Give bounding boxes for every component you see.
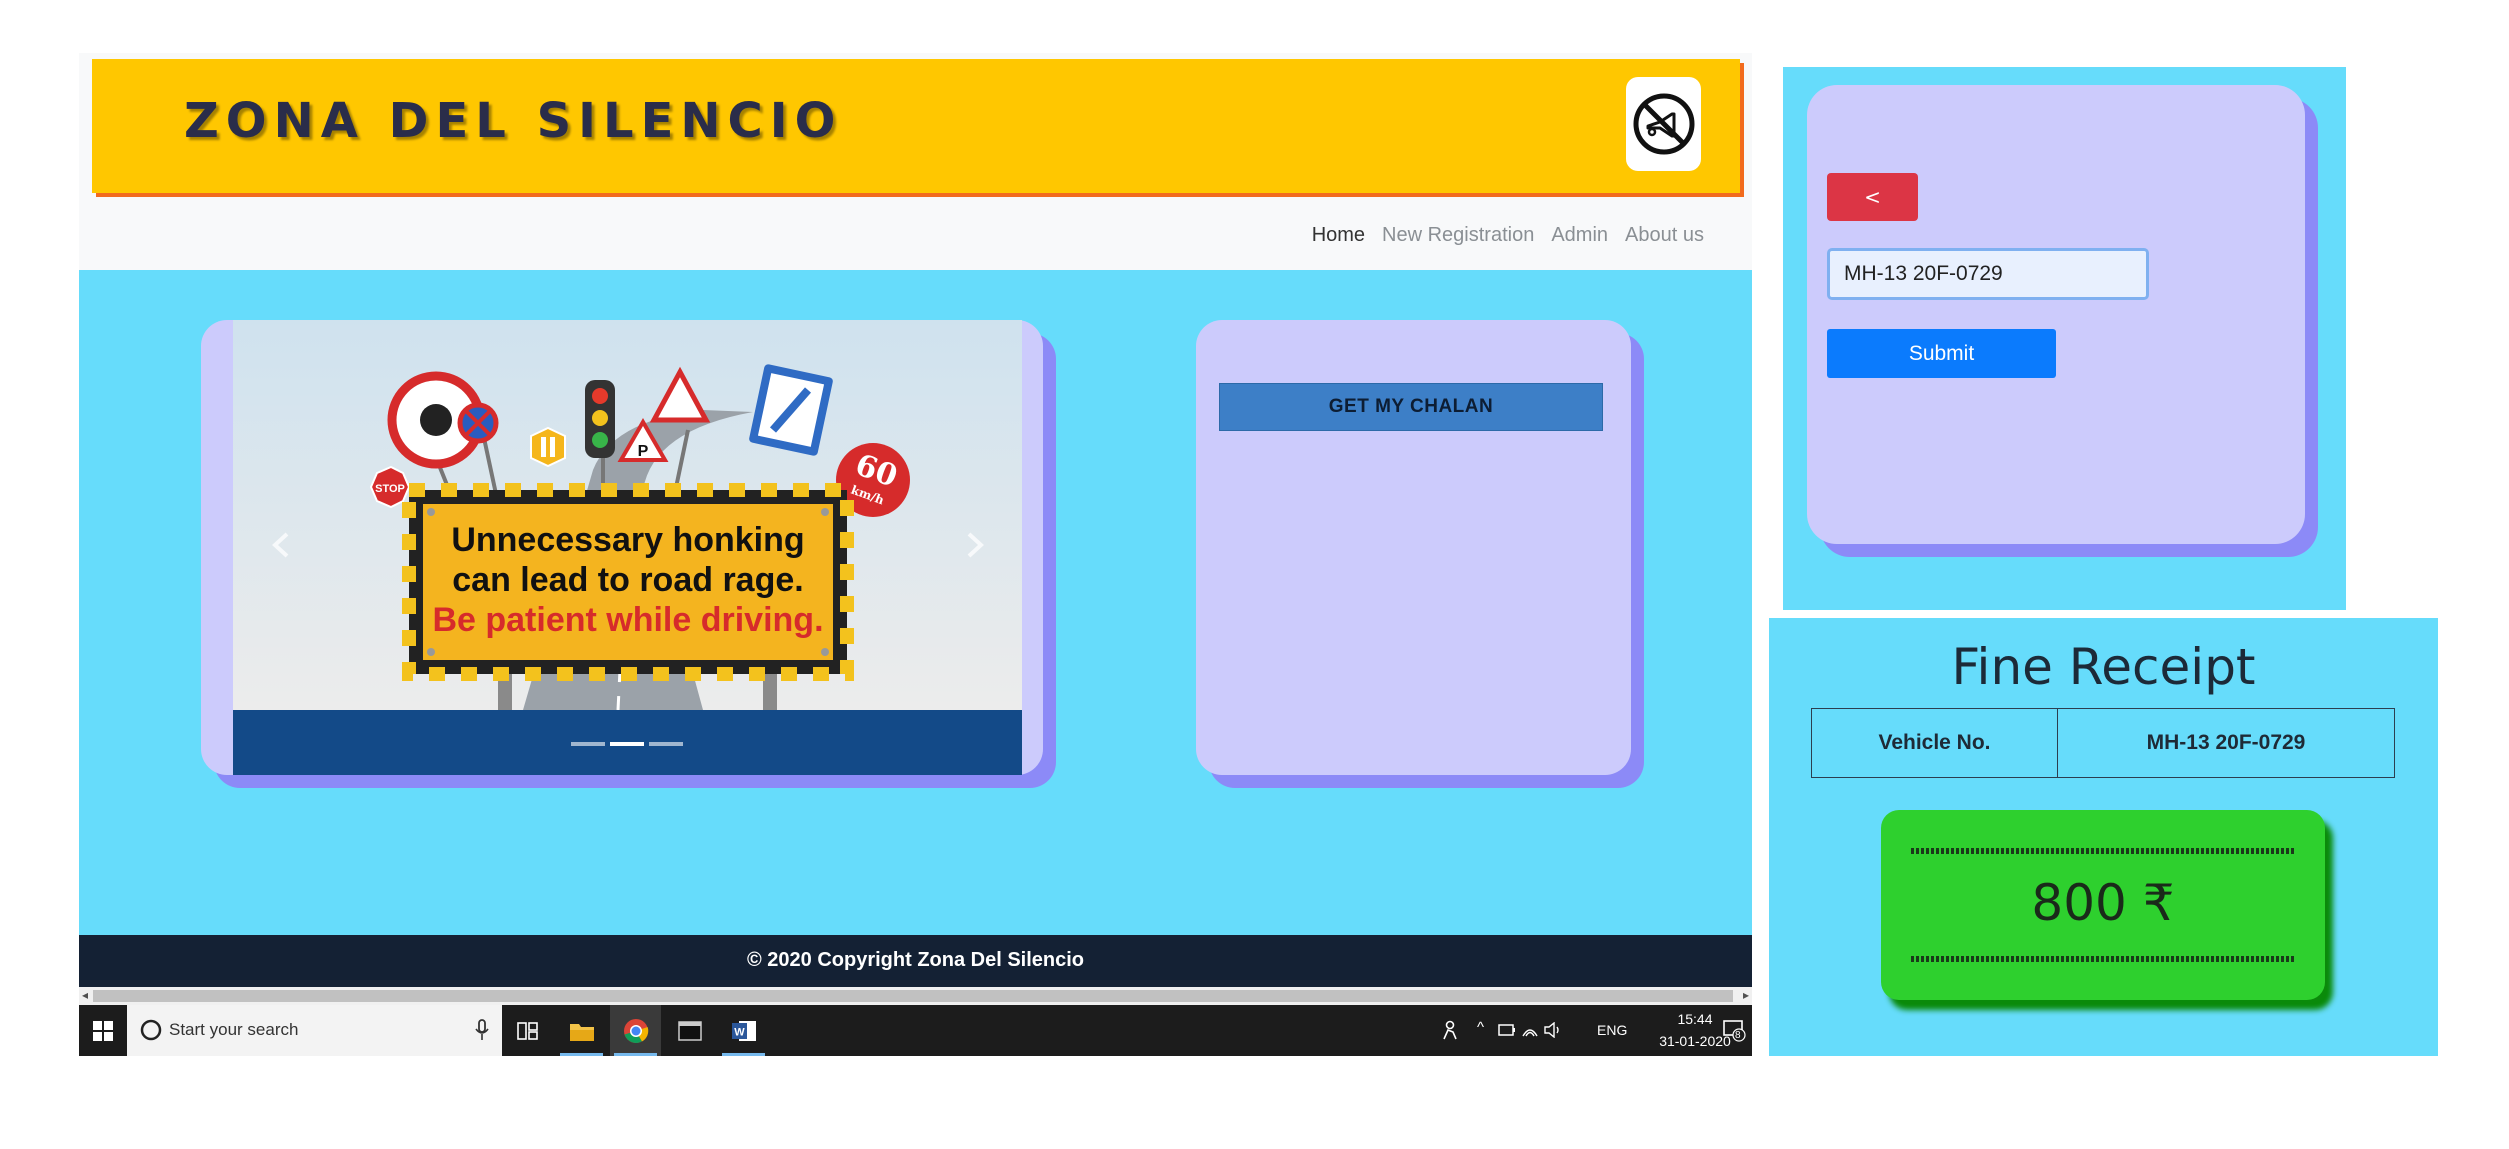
battery-icon[interactable] <box>1498 1023 1516 1037</box>
vehicle-no-value: MH-13 20F-0729 <box>2146 731 2306 754</box>
carousel-indicator-2[interactable] <box>610 742 644 746</box>
chevron-up-icon[interactable]: ^ <box>1477 1019 1484 1036</box>
volume-icon[interactable] <box>1544 1022 1562 1038</box>
horizontal-scrollbar[interactable]: ◂ ▸ <box>79 987 1752 1005</box>
back-button[interactable]: < <box>1827 173 1918 221</box>
nav-home[interactable]: Home <box>1312 224 1365 247</box>
fine-amount: 800 ₹ <box>2031 874 2175 932</box>
vehicle-form-card: < Submit <box>1807 85 2305 544</box>
divider-bottom <box>1911 956 2295 962</box>
word-button[interactable]: W <box>718 1005 769 1056</box>
taskbar-search-placeholder: Start your search <box>169 1020 299 1039</box>
nav-new-registration[interactable]: New Registration <box>1382 224 1534 247</box>
carousel-indicator-3[interactable] <box>649 742 683 746</box>
cortana-icon <box>140 1019 162 1041</box>
start-button[interactable] <box>79 1005 127 1056</box>
task-view-icon <box>516 1021 538 1040</box>
sign-line-2: can lead to road rage. <box>452 561 803 599</box>
microphone-icon[interactable] <box>475 1019 489 1041</box>
chevron-left-icon[interactable] <box>269 530 293 560</box>
fine-receipt-panel: Fine Receipt Vehicle No. MH-13 20F-0729 … <box>1769 618 2438 1056</box>
terminal-button[interactable] <box>664 1005 715 1056</box>
terminal-icon <box>677 1020 702 1041</box>
fine-amount-box: 800 ₹ <box>1881 810 2325 1000</box>
svg-text:STOP: STOP <box>375 483 405 495</box>
windows-taskbar: Start your search W ^ ENG 15:44 31-01-20… <box>79 1005 1752 1056</box>
taskbar-search[interactable]: Start your search <box>127 1005 502 1056</box>
submit-button[interactable]: Submit <box>1827 329 2056 378</box>
scroll-left-icon[interactable]: ◂ <box>82 988 88 1002</box>
language-indicator[interactable]: ENG <box>1597 1022 1627 1038</box>
scrollbar-thumb[interactable] <box>93 990 1733 1002</box>
vehicle-form-panel: < Submit <box>1783 67 2346 610</box>
windows-icon <box>93 1020 113 1041</box>
people-icon[interactable] <box>1441 1020 1459 1040</box>
task-view-button[interactable] <box>502 1005 553 1056</box>
nav-admin[interactable]: Admin <box>1551 224 1608 247</box>
vehicle-number-input[interactable] <box>1827 248 2149 300</box>
carousel-slide: STOP P 60 km/h Unnecessary honking can l… <box>233 320 1022 775</box>
file-explorer-button[interactable] <box>556 1005 607 1056</box>
chalan-card: GET MY CHALAN <box>1196 320 1631 775</box>
get-my-chalan-button[interactable]: GET MY CHALAN <box>1219 383 1603 431</box>
system-tray: ^ ENG 15:44 31-01-2020 8 <box>1432 1005 1752 1056</box>
sign-line-3: Be patient while driving. <box>432 601 823 639</box>
footer-copyright: © 2020 Copyright Zona Del Silencio <box>746 949 1085 971</box>
vehicle-no-label: Vehicle No. <box>1812 709 2058 777</box>
main-content: STOP P 60 km/h Unnecessary honking can l… <box>79 270 1752 935</box>
svg-text:P: P <box>638 443 649 460</box>
divider-top <box>1911 848 2295 854</box>
nav-links: Home New Registration Admin About us <box>1312 224 1704 247</box>
no-horn-logo <box>1626 77 1701 171</box>
road-signs-illustration: STOP P 60 km/h Unnecessary honking can l… <box>233 320 1022 710</box>
folder-icon <box>569 1023 594 1041</box>
notification-count: 8 <box>1735 1030 1741 1041</box>
no-horn-icon <box>1633 93 1694 155</box>
scroll-right-icon[interactable]: ▸ <box>1743 988 1749 1002</box>
word-icon: W <box>731 1020 756 1041</box>
notification-icon[interactable] <box>1722 1018 1746 1042</box>
main-browser-window: ZONA DEL SILENCIO Home New Registration … <box>79 53 1752 1056</box>
chevron-right-icon[interactable] <box>963 530 987 560</box>
svg-text:W: W <box>734 1026 745 1038</box>
sign-line-1: Unnecessary honking <box>451 521 804 559</box>
carousel-card: STOP P 60 km/h Unnecessary honking can l… <box>201 320 1043 775</box>
wifi-icon[interactable] <box>1521 1022 1539 1038</box>
chrome-icon <box>623 1018 648 1043</box>
receipt-title: Fine Receipt <box>1951 638 2256 696</box>
chrome-button[interactable] <box>610 1005 661 1056</box>
site-title: ZONA DEL SILENCIO <box>184 93 843 149</box>
footer: © 2020 Copyright Zona Del Silencio <box>79 935 1752 987</box>
site-banner: ZONA DEL SILENCIO <box>92 59 1740 193</box>
nav-about-us[interactable]: About us <box>1625 224 1704 247</box>
receipt-table: Vehicle No. MH-13 20F-0729 <box>1811 708 2395 778</box>
navbar: Home New Registration Admin About us <box>79 200 1752 270</box>
carousel-indicator-1[interactable] <box>571 742 605 746</box>
